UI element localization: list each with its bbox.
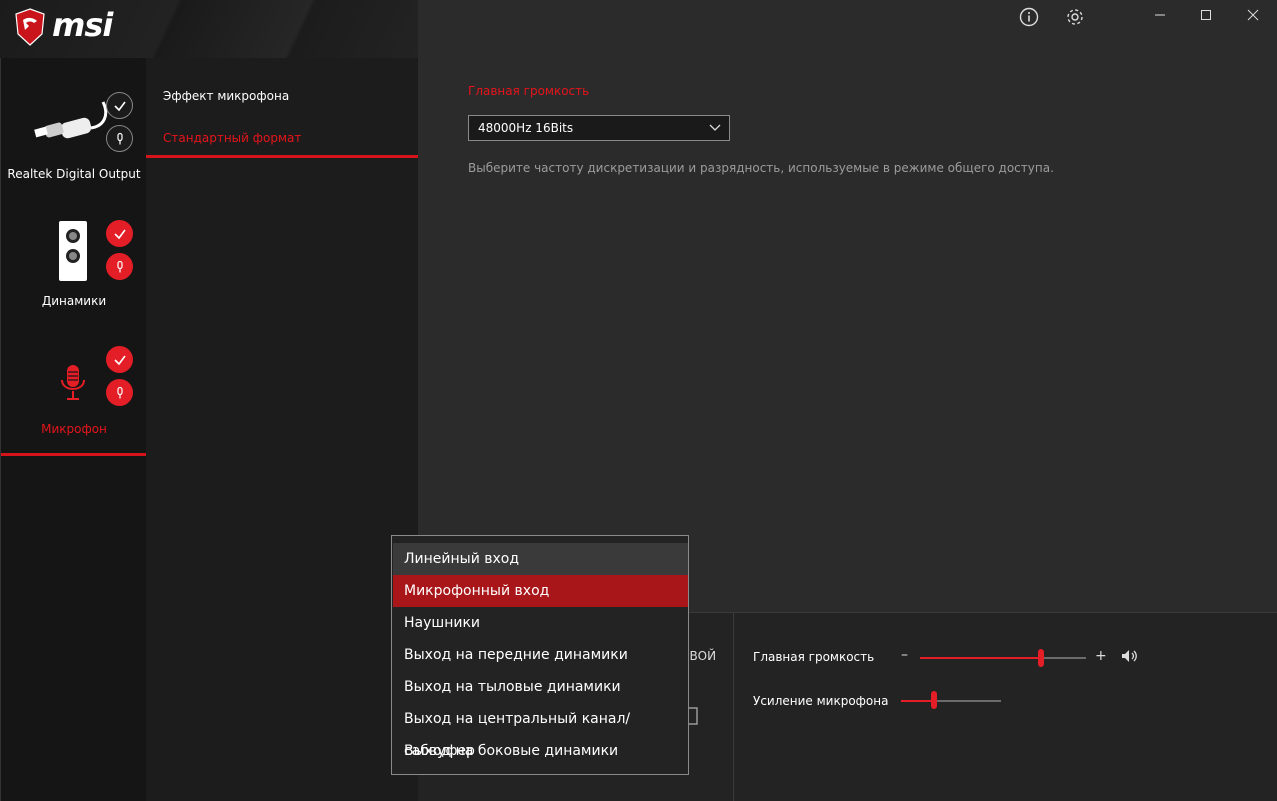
master-volume-label: Главная громкость bbox=[753, 650, 875, 664]
dropdown-item-rear-speakers[interactable]: Выход на тыловые динамики bbox=[393, 671, 688, 703]
title-bar-controls bbox=[418, 0, 1277, 58]
close-button[interactable] bbox=[1240, 4, 1266, 30]
speaker-jacks-icon bbox=[59, 221, 87, 281]
status-check-badge bbox=[106, 92, 133, 119]
status-mic-badge bbox=[106, 379, 133, 406]
input-type-dropdown: Линейный вход Микрофонный вход Наушники … bbox=[391, 535, 689, 775]
device-label: Микрофон bbox=[41, 422, 107, 436]
status-mic-badge bbox=[106, 125, 133, 152]
device-label: Realtek Digital Output bbox=[7, 167, 141, 181]
dropdown-item-front-speakers[interactable]: Выход на передние динамики bbox=[393, 639, 688, 671]
info-icon[interactable] bbox=[1018, 7, 1040, 29]
obscured-icon bbox=[686, 707, 716, 741]
plus-icon[interactable]: + bbox=[1095, 648, 1107, 664]
title-bar: msi bbox=[0, 0, 1277, 58]
submenu-item-mic-effect[interactable]: Эффект микрофона bbox=[146, 76, 418, 116]
brand-logo: msi bbox=[52, 6, 113, 44]
mic-boost-thumb[interactable] bbox=[931, 691, 937, 709]
device-label: Динамики bbox=[41, 294, 107, 308]
settings-gear-icon[interactable] bbox=[1064, 7, 1086, 29]
dropdown-item-line-in[interactable]: Линейный вход bbox=[393, 543, 688, 575]
msi-dragon-shield-icon bbox=[15, 8, 45, 46]
dropdown-item-side-speakers[interactable]: Выход на боковые динамики bbox=[393, 735, 688, 767]
device-speakers[interactable]: Динамики bbox=[1, 186, 147, 314]
logo-area: msi bbox=[0, 0, 418, 58]
status-mic-badge bbox=[106, 253, 133, 280]
device-sidebar: Realtek Digital Output Динамики Микрофон bbox=[0, 58, 147, 801]
submenu: Эффект микрофона Стандартный формат bbox=[146, 58, 418, 801]
dropdown-item-headphones[interactable]: Наушники bbox=[393, 607, 688, 639]
maximize-button[interactable] bbox=[1193, 4, 1219, 30]
optical-cable-icon bbox=[34, 101, 108, 139]
format-select[interactable]: 48000Hz 16Bits bbox=[468, 115, 730, 141]
speaker-volume-icon[interactable] bbox=[1121, 649, 1139, 667]
submenu-item-default-format[interactable]: Стандартный формат bbox=[146, 118, 418, 158]
master-volume-fill bbox=[920, 657, 1042, 659]
section-title: Главная громкость bbox=[468, 84, 590, 98]
device-realtek-digital-output[interactable]: Realtek Digital Output bbox=[1, 58, 147, 186]
dropdown-item-mic-in[interactable]: Микрофонный вход bbox=[393, 575, 688, 607]
status-check-badge bbox=[106, 346, 133, 373]
microphone-icon bbox=[61, 365, 85, 400]
chevron-down-icon bbox=[709, 116, 721, 149]
mic-boost-label: Усиление микрофона bbox=[753, 694, 889, 708]
format-description: Выберите частоту дискретизации и разрядн… bbox=[468, 161, 1054, 175]
dropdown-item-center-subwoofer[interactable]: Выход на центральный канал/сабвуфер bbox=[393, 703, 688, 759]
minus-icon[interactable]: – bbox=[901, 647, 908, 663]
mic-boost-fill bbox=[901, 700, 934, 702]
device-microphone[interactable]: Микрофон bbox=[1, 326, 147, 456]
panel-divider bbox=[733, 613, 734, 801]
master-volume-thumb[interactable] bbox=[1038, 649, 1045, 667]
status-check-badge bbox=[106, 220, 133, 247]
minimize-button[interactable] bbox=[1147, 4, 1173, 30]
format-select-value: 48000Hz 16Bits bbox=[478, 121, 574, 135]
